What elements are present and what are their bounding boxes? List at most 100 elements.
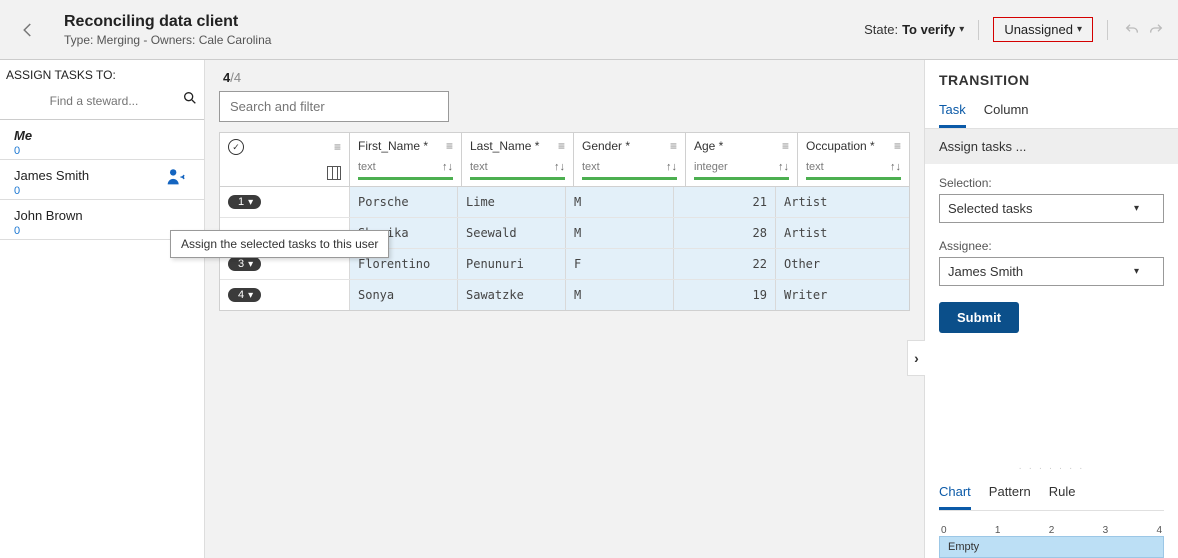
column-name: Age * (694, 139, 723, 153)
row-count: 4/4 (223, 70, 910, 85)
unassigned-dropdown[interactable]: Unassigned ▾ (993, 17, 1093, 42)
tab-chart[interactable]: Chart (939, 478, 971, 510)
tab-pattern[interactable]: Pattern (989, 478, 1031, 510)
tab-task[interactable]: Task (939, 96, 966, 128)
steward-count: 0 (14, 145, 194, 157)
selection-value: Selected tasks (948, 201, 1033, 216)
cell-occupation: Artist (776, 187, 862, 217)
scale-tick: 4 (1156, 525, 1162, 536)
selection-dropdown[interactable]: Selected tasks ▾ (939, 194, 1164, 223)
column-menu-icon[interactable]: ≡ (558, 139, 565, 153)
column-header[interactable]: Age * ≡ integer ↑↓ (686, 133, 798, 186)
assign-label: ASSIGN TASKS TO: (6, 68, 198, 82)
row-pill[interactable]: 4▾ (228, 288, 261, 302)
assign-to-user-icon[interactable] (164, 166, 186, 191)
column-header[interactable]: Occupation *≡text↑↓ (798, 133, 909, 186)
select-all-toggle[interactable]: ✓ (228, 139, 244, 155)
quality-bar (358, 177, 453, 180)
submit-button[interactable]: Submit (939, 302, 1019, 333)
scale-tick: 1 (995, 525, 1001, 536)
column-name: Gender * (582, 139, 630, 153)
redo-button[interactable] (1146, 20, 1166, 40)
header-title-block: Reconciling data client Type: Merging - … (64, 13, 271, 47)
cell-last-name: Sawatzke (458, 280, 566, 310)
steward-row[interactable]: James Smith0 (0, 160, 204, 200)
grid-header-select: ✓ ≡ (220, 133, 350, 186)
row-select-cell[interactable]: 1▾ (220, 187, 350, 217)
row-pill[interactable]: 1▾ (228, 195, 261, 209)
column-type: text (582, 161, 600, 173)
column-header[interactable]: Last_Name * ≡ text ↑↓ (462, 133, 574, 186)
sort-icon[interactable]: ↑↓ (778, 161, 789, 173)
column-header[interactable]: First_Name * ≡ text ↑↓ (350, 133, 462, 186)
table-row[interactable]: 4▾SonyaSawatzkeM19Writer (220, 279, 909, 310)
quality-bar (582, 177, 677, 180)
assign-panel: ASSIGN TASKS TO: Me0James Smith0John Bro… (0, 60, 205, 558)
column-type: text (470, 161, 488, 173)
quality-bar (694, 177, 789, 180)
table-row[interactable]: 1▾PorscheLimeM21Artist (220, 187, 909, 217)
grid-search-input[interactable] (219, 91, 449, 122)
separator (1107, 20, 1108, 40)
steward-count: 0 (14, 225, 194, 237)
scale-tick: 2 (1049, 525, 1055, 536)
cell-gender: M (566, 187, 674, 217)
transition-tabs: Task Column (925, 96, 1178, 129)
cell-last-name: Penunuri (458, 249, 566, 279)
back-button[interactable] (12, 14, 44, 46)
steward-row[interactable]: Me0 (0, 120, 204, 160)
assignee-dropdown[interactable]: James Smith ▾ (939, 257, 1164, 286)
chevron-down-icon: ▾ (1077, 24, 1082, 35)
column-menu-icon[interactable]: ≡ (782, 139, 789, 153)
collapse-panel-button[interactable]: › (907, 340, 925, 376)
tab-rule[interactable]: Rule (1049, 478, 1076, 510)
row-select-cell[interactable]: 4▾ (220, 280, 350, 310)
selection-label: Selection: (939, 176, 1164, 190)
separator (978, 20, 979, 40)
cell-gender: M (566, 218, 674, 248)
undo-button[interactable] (1122, 20, 1142, 40)
header-right: State: To verify ▾ Unassigned ▾ (864, 17, 1166, 42)
columns-icon[interactable] (327, 166, 341, 180)
unassigned-label: Unassigned (1004, 22, 1073, 37)
page-header: Reconciling data client Type: Merging - … (0, 0, 1178, 60)
column-header[interactable]: Gender * ≡ text ↑↓ (574, 133, 686, 186)
assignee-value: James Smith (948, 264, 1023, 279)
chevron-down-icon: ▾ (248, 259, 253, 270)
column-menu-icon[interactable]: ≡ (334, 140, 341, 154)
steward-search-input[interactable] (6, 94, 182, 108)
column-type: integer (694, 161, 728, 173)
assign-form: Selection: Selected tasks ▾ Assignee: Ja… (925, 164, 1178, 345)
cell-first-name: Sonya (350, 280, 458, 310)
cell-gender: M (566, 280, 674, 310)
column-menu-icon[interactable]: ≡ (670, 139, 677, 153)
drag-handle[interactable]: · · · · · · · (939, 463, 1164, 474)
state-dropdown[interactable]: State: To verify ▾ (864, 22, 964, 37)
tab-column[interactable]: Column (984, 96, 1029, 128)
row-pill[interactable]: 3▾ (228, 257, 261, 271)
grid-header: ✓ ≡ First_Name * ≡ text ↑↓ Last_Name * ≡ text ↑… (220, 133, 909, 187)
column-name: First_Name * (358, 139, 428, 153)
search-icon[interactable] (182, 90, 198, 111)
state-value: To verify (902, 22, 955, 37)
column-type: text (358, 161, 376, 173)
bottom-tabs: Chart Pattern Rule (939, 478, 1164, 511)
assignee-label: Assignee: (939, 239, 1164, 253)
cell-occupation: Other (776, 249, 862, 279)
cell-age: 19 (674, 280, 776, 310)
column-name: Last_Name * (470, 139, 539, 153)
grid-area: 4/4 ✓ ≡ First_Name * ≡ text ↑↓ Last_Name * ≡ t… (205, 60, 924, 558)
sort-icon[interactable]: ↑↓ (442, 161, 453, 173)
sort-icon[interactable]: ↑↓ (890, 161, 901, 173)
column-menu-icon[interactable]: ≡ (446, 139, 453, 153)
sort-icon[interactable]: ↑↓ (554, 161, 565, 173)
column-menu-icon[interactable]: ≡ (894, 139, 901, 153)
cell-first-name: Porsche (350, 187, 458, 217)
sort-icon[interactable]: ↑↓ (666, 161, 677, 173)
chevron-down-icon: ▾ (248, 197, 253, 208)
undo-redo (1122, 20, 1166, 40)
steward-search (0, 86, 204, 120)
column-name: Occupation * (806, 139, 875, 153)
cell-last-name: Lime (458, 187, 566, 217)
empty-bar: Empty (939, 536, 1164, 558)
